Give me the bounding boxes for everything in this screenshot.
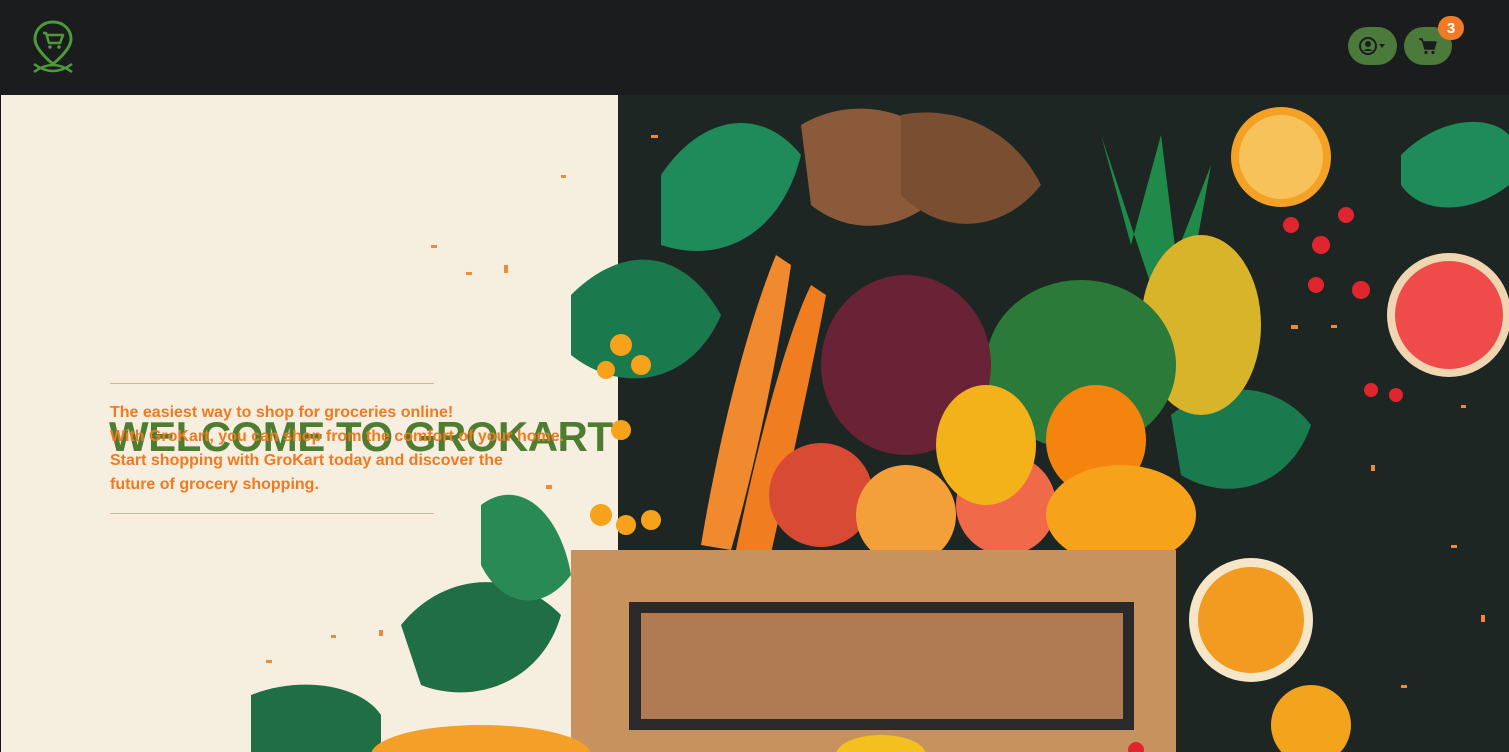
tagline-divider xyxy=(110,513,434,514)
hero-banner: WELCOME TO GROKART The easiest way to sh… xyxy=(1,95,1509,752)
shopping-cart-location-pin-icon xyxy=(33,20,73,74)
title-divider xyxy=(110,383,434,384)
user-circle-icon xyxy=(1358,37,1385,55)
tagline-line: The easiest way to shop for groceries on… xyxy=(110,404,454,421)
grokart-logo[interactable] xyxy=(30,20,76,74)
tagline-line: Start shopping with GroKart today and di… xyxy=(110,452,503,469)
tagline-line: future of grocery shopping. xyxy=(110,476,319,493)
tagline-line: With GroKart, you can shop from the comf… xyxy=(110,428,565,445)
user-menu-button[interactable] xyxy=(1348,27,1397,65)
cart-count-badge: 3 xyxy=(1438,16,1464,40)
top-navbar: 3 xyxy=(0,0,1509,95)
caret-down-icon xyxy=(1378,44,1385,48)
shopping-cart-icon xyxy=(1419,38,1437,55)
hero-tagline: The easiest way to shop for groceries on… xyxy=(110,401,564,497)
